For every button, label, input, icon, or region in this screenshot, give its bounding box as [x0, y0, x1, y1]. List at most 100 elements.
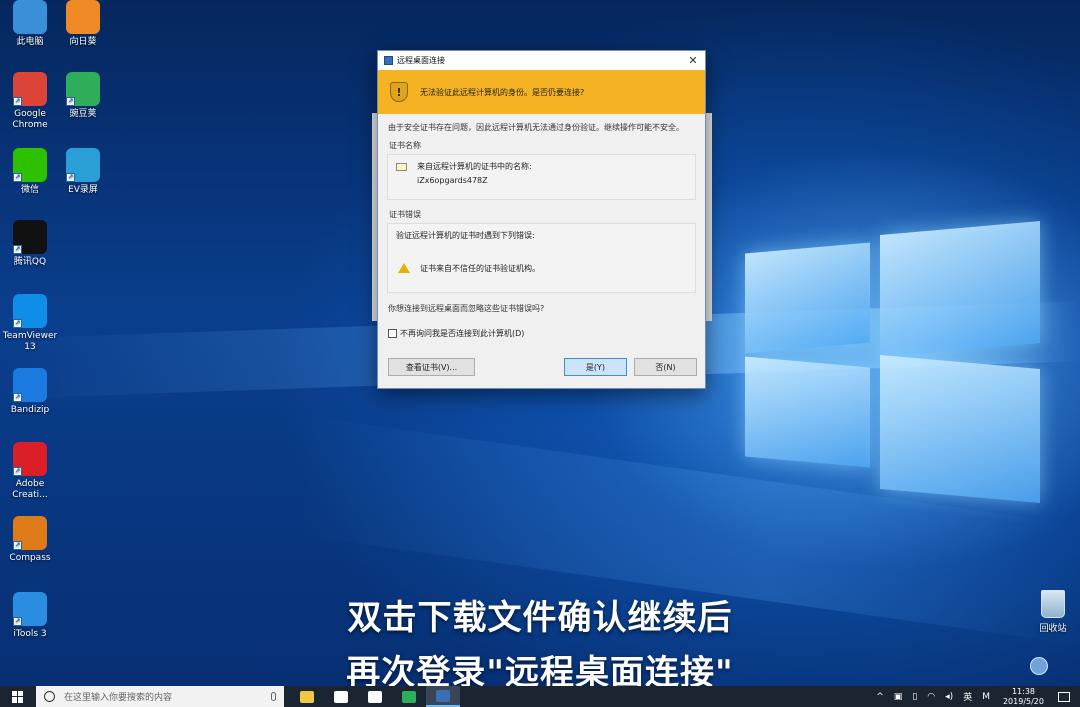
- cert-name-intro: 来自远程计算机的证书中的名称:: [417, 162, 532, 171]
- clock[interactable]: 11:38 2019/5/20: [995, 687, 1052, 707]
- shortcut-arrow-icon: ↗: [13, 467, 22, 476]
- desktop-icon-ev-recorder[interactable]: ↗ EV录屏: [53, 148, 113, 196]
- windows-logo-pane: [745, 356, 870, 468]
- cert-name-value: iZx6opgards478Z: [417, 176, 488, 185]
- tray-phone-icon[interactable]: ▯: [907, 692, 922, 702]
- desktop-icon-label: EV录屏: [68, 185, 98, 195]
- shortcut-arrow-icon: ↗: [13, 541, 22, 550]
- teamviewer-icon: ↗: [13, 294, 47, 328]
- remote-desktop-icon: [384, 56, 393, 65]
- cert-error-intro: 验证远程计算机的证书时遇到下列错误:: [396, 231, 535, 240]
- cert-name-box: 来自远程计算机的证书中的名称: iZx6opgards478Z: [387, 154, 696, 200]
- desktop-icon-wechat[interactable]: ↗ 微信: [0, 148, 60, 196]
- volume-icon[interactable]: ◂): [940, 692, 958, 702]
- notification-center-icon[interactable]: [1058, 691, 1070, 702]
- clock-date: 2019/5/20: [1002, 696, 1044, 706]
- tray-overflow-icon[interactable]: ^: [871, 692, 889, 702]
- adobe-cc-icon: ↗: [13, 442, 47, 476]
- compass-icon: ↗: [13, 516, 47, 550]
- desktop-icon-teamviewer[interactable]: ↗ TeamViewer 13: [0, 294, 60, 353]
- taskbar: 在这里输入你要搜索的内容 ^ ▣ ▯ ◠ ◂) 英 M 11:38 2019/5…: [0, 686, 1080, 707]
- dont-ask-checkbox-row[interactable]: 不再询问我是否连接到此计算机(D): [378, 314, 705, 339]
- file-explorer-icon: [300, 690, 314, 703]
- dialog-titlebar[interactable]: 远程桌面连接 ✕: [378, 51, 705, 70]
- microphone-icon[interactable]: [271, 692, 276, 701]
- desktop-icon-label: Compass: [9, 553, 51, 563]
- desktop-icon-label: 此电脑: [16, 37, 44, 47]
- taskbar-app-file-explorer[interactable]: [290, 686, 324, 707]
- desktop-icon-label: TeamViewer 13: [2, 331, 58, 352]
- clock-time: 11:38: [1011, 686, 1036, 696]
- tray-m-icon[interactable]: M: [977, 692, 995, 702]
- desktop-icon-bandizip[interactable]: ↗ Bandizip: [0, 368, 60, 416]
- windows-logo-pane: [880, 221, 1040, 357]
- warning-banner: ! 无法验证此远程计算机的身份。是否仍要连接?: [378, 70, 705, 114]
- description-text: 由于安全证书存在问题，因此远程计算机无法通过身份验证。继续操作可能不安全。: [388, 123, 684, 132]
- system-tray: ^ ▣ ▯ ◠ ◂) 英 M 11:38 2019/5/20: [871, 686, 1080, 707]
- view-certificate-button[interactable]: 查看证书(V)...: [388, 358, 475, 376]
- certificate-icon: [396, 163, 407, 171]
- cortana-icon: [44, 691, 55, 702]
- desktop-icon-chrome[interactable]: ↗ Google Chrome: [0, 72, 60, 131]
- taskbar-search[interactable]: 在这里输入你要搜索的内容: [36, 686, 284, 707]
- shortcut-arrow-icon: ↗: [13, 173, 22, 182]
- bandizip-icon: ↗: [13, 368, 47, 402]
- yes-button[interactable]: 是(Y): [564, 358, 627, 376]
- question-text: 你想连接到远程桌面而忽略这些证书错误吗?: [388, 304, 545, 313]
- desktop-icon-label: Adobe Creati...: [12, 479, 48, 500]
- desktop-icon-adobe-cc[interactable]: ↗ Adobe Creati...: [0, 442, 60, 501]
- search-placeholder: 在这里输入你要搜索的内容: [64, 693, 173, 703]
- shortcut-arrow-icon: ↗: [66, 173, 75, 182]
- windows-logo-icon: [12, 690, 24, 703]
- taskbar-apps: [290, 686, 460, 707]
- wechat-icon: ↗: [13, 148, 47, 182]
- no-button[interactable]: 否(N): [634, 358, 697, 376]
- shortcut-arrow-icon: ↗: [13, 97, 22, 106]
- start-button[interactable]: [0, 686, 36, 707]
- cert-error-item: 证书来自不信任的证书验证机构。: [420, 264, 540, 273]
- desktop-icon-wandoujia[interactable]: ↗ 豌豆荚: [53, 72, 113, 120]
- wandoujia-icon: [402, 690, 416, 703]
- desktop-icon-computer[interactable]: 此电脑: [0, 0, 60, 48]
- caption-line-1: 双击下载文件确认继续后: [347, 598, 733, 638]
- group-label: 证书错误: [389, 210, 421, 219]
- store-icon: [334, 690, 348, 703]
- desktop-icon-sunflower[interactable]: 向日葵: [53, 0, 113, 48]
- taskbar-app-mail[interactable]: [358, 686, 392, 707]
- desktop-icon-label: Google Chrome: [12, 109, 48, 130]
- taskbar-app-wandoujia[interactable]: [392, 686, 426, 707]
- wandoujia-icon: ↗: [66, 72, 100, 106]
- desktop-icon-label: 向日葵: [69, 37, 97, 47]
- computer-icon: [13, 0, 47, 34]
- taskbar-app-store[interactable]: [324, 686, 358, 707]
- desktop-icon-compass[interactable]: ↗ Compass: [0, 516, 60, 564]
- shortcut-arrow-icon: ↗: [13, 393, 22, 402]
- dont-ask-checkbox[interactable]: [388, 329, 397, 338]
- shield-warning-icon: !: [390, 82, 408, 102]
- warning-text: 无法验证此远程计算机的身份。是否仍要连接?: [420, 87, 585, 97]
- dialog-title: 远程桌面连接: [397, 56, 445, 65]
- desktop-icon-label: 腾讯QQ: [13, 257, 47, 267]
- shortcut-arrow-icon: ↗: [13, 319, 22, 328]
- desktop-icon-qq[interactable]: ↗ 腾讯QQ: [0, 220, 60, 268]
- tray-display-icon[interactable]: ▣: [889, 692, 908, 702]
- desktop-icon-label: 微信: [20, 185, 39, 195]
- desktop-icon-label: 豌豆荚: [69, 109, 97, 119]
- network-icon[interactable]: ◠: [922, 692, 940, 702]
- cert-error-box: 验证远程计算机的证书时遇到下列错误: 证书来自不信任的证书验证机构。: [387, 223, 696, 293]
- close-button[interactable]: ✕: [681, 54, 705, 67]
- taskbar-app-remote-desktop[interactable]: [426, 686, 460, 707]
- cert-error-group: 证书错误 验证远程计算机的证书时遇到下列错误: 证书来自不信任的证书验证机构。: [387, 206, 696, 293]
- ev-recorder-icon: ↗: [66, 148, 100, 182]
- qq-icon: ↗: [13, 220, 47, 254]
- ime-indicator[interactable]: 英: [958, 690, 977, 703]
- background-window-edge: [706, 113, 712, 321]
- windows-logo-pane: [745, 242, 870, 354]
- shortcut-arrow-icon: ↗: [13, 245, 22, 254]
- remote-desktop-icon: [436, 689, 450, 702]
- remote-desktop-dialog: 远程桌面连接 ✕ ! 无法验证此远程计算机的身份。是否仍要连接? 由于安全证书存…: [377, 50, 706, 389]
- shortcut-arrow-icon: ↗: [66, 97, 75, 106]
- windows-logo-pane: [880, 355, 1040, 503]
- mail-icon: [368, 690, 382, 703]
- checkbox-label: 不再询问我是否连接到此计算机(D): [400, 329, 525, 338]
